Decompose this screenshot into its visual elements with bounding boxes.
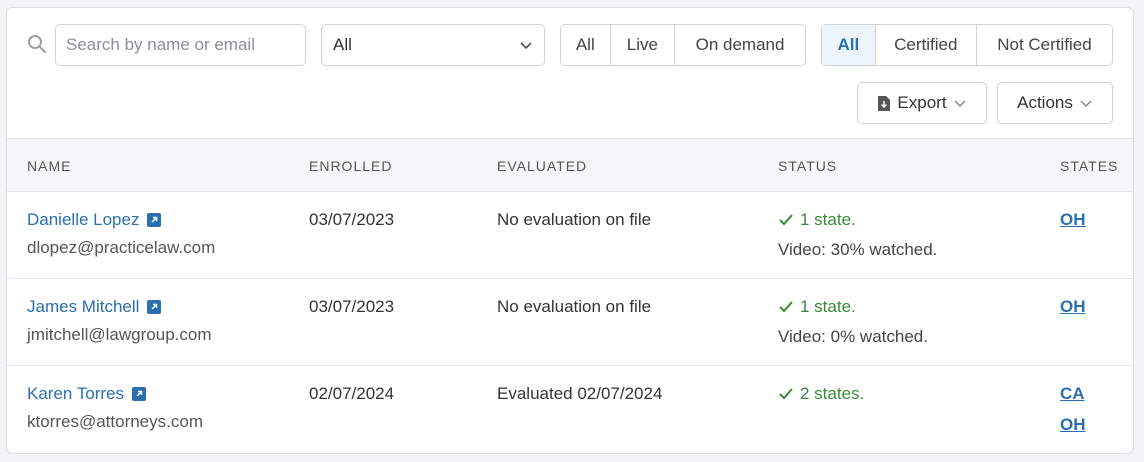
video-progress: Video: 0% watched.	[778, 327, 928, 346]
student-email: ktorres@attorneys.com	[27, 412, 203, 431]
student-name: James Mitchell	[27, 297, 140, 316]
external-link-icon	[147, 213, 162, 227]
filter-select-value: All	[333, 35, 352, 54]
mode-option-live[interactable]: Live	[610, 25, 676, 65]
table-header: NAME ENROLLED EVALUATED STATUS STATES	[7, 139, 1133, 192]
table-row: Danielle Lopez dlopez@practicelaw.com 03…	[7, 192, 1133, 279]
evaluated-text: Evaluated 02/07/2024	[497, 384, 663, 403]
student-name-link[interactable]: Danielle Lopez	[27, 210, 215, 230]
mode-filter-group: All Live On demand	[560, 24, 806, 66]
export-button[interactable]: Export	[857, 82, 987, 124]
student-name-link[interactable]: Karen Torres	[27, 384, 203, 404]
student-name-link[interactable]: James Mitchell	[27, 297, 212, 317]
table-row: Karen Torres ktorres@attorneys.com 02/07…	[7, 366, 1133, 453]
file-download-icon	[878, 95, 891, 111]
search-input[interactable]: Search by name or email	[55, 24, 306, 66]
status-text: 1 state.	[800, 297, 856, 316]
column-header-enrolled: ENROLLED	[309, 158, 393, 174]
search-icon	[28, 35, 46, 53]
cert-option-all[interactable]: All	[822, 25, 876, 65]
state-link-oh[interactable]: OH	[1060, 210, 1086, 230]
cert-option-certified[interactable]: Certified	[875, 25, 977, 65]
chevron-down-icon	[1080, 100, 1092, 108]
student-email: jmitchell@lawgroup.com	[27, 325, 212, 344]
chevron-down-icon	[520, 42, 532, 50]
external-link-icon	[147, 300, 162, 314]
cert-option-not-certified[interactable]: Not Certified	[976, 25, 1112, 65]
status-text: 1 state.	[800, 210, 856, 229]
mode-option-on-demand[interactable]: On demand	[675, 25, 805, 65]
enrolled-date: 03/07/2023	[309, 297, 395, 316]
enrolled-date: 02/07/2024	[309, 384, 395, 403]
export-label: Export	[897, 93, 947, 112]
table-body: Danielle Lopez dlopez@practicelaw.com 03…	[7, 192, 1133, 453]
column-header-evaluated: EVALUATED	[497, 158, 588, 174]
students-panel: Search by name or email All All Live On …	[6, 7, 1134, 454]
actions-label: Actions	[1017, 93, 1073, 112]
student-name: Karen Torres	[27, 384, 125, 403]
evaluated-text: No evaluation on file	[497, 297, 652, 316]
column-header-name: NAME	[27, 158, 72, 174]
check-icon	[779, 214, 793, 226]
evaluated-text: No evaluation on file	[497, 210, 652, 229]
filter-select[interactable]: All	[321, 24, 545, 66]
cert-filter-group: All Certified Not Certified	[821, 24, 1113, 66]
status-text: 2 states.	[800, 384, 865, 403]
video-progress: Video: 30% watched.	[778, 240, 938, 259]
actions-button[interactable]: Actions	[997, 82, 1113, 124]
column-header-states: STATES	[1060, 158, 1119, 174]
check-icon	[779, 388, 793, 400]
student-email: dlopez@practicelaw.com	[27, 238, 216, 257]
state-link-oh[interactable]: OH	[1060, 297, 1086, 317]
state-link-oh[interactable]: OH	[1060, 415, 1086, 435]
student-name: Danielle Lopez	[27, 210, 140, 229]
mode-option-all[interactable]: All	[561, 25, 611, 65]
filter-toolbar: Search by name or email All All Live On …	[7, 8, 1133, 139]
check-icon	[779, 301, 793, 313]
table-row: James Mitchell jmitchell@lawgroup.com 03…	[7, 279, 1133, 366]
external-link-icon	[132, 387, 147, 401]
enrolled-date: 03/07/2023	[309, 210, 395, 229]
column-header-status: STATUS	[778, 158, 838, 174]
state-link-ca[interactable]: CA	[1060, 384, 1086, 404]
chevron-down-icon	[954, 100, 966, 108]
